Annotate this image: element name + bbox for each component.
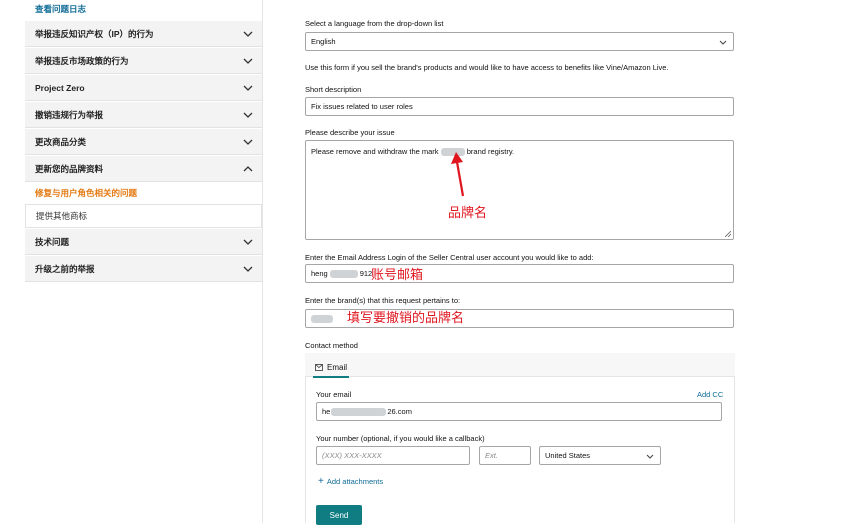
brand-label: Enter the brand(s) that this request per… [305,296,461,305]
language-value: English [311,37,336,46]
redacted-brand [311,314,333,323]
your-email-label: Your email [316,390,352,399]
sidebar: 查看问题日志 举报违反知识产权（IP）的行为 举报违反市场政策的行为 Proje… [25,0,262,523]
sidebar-item-label: 更改商品分类 [35,136,87,147]
sidebar-subitem-user-roles[interactable]: 修复与用户角色相关的问题 [25,182,262,204]
chevron-down-icon [243,31,253,37]
describe-issue-label: Please describe your issue [305,128,395,137]
tab-email[interactable]: Email [313,358,350,378]
chevron-down-icon [243,112,253,118]
country-select[interactable]: United States [539,446,661,465]
sidebar-item-label: 技术问题 [35,236,70,247]
sidebar-item-escalate[interactable]: 升级之前的举报 [25,256,262,282]
mail-icon [315,363,323,371]
sidebar-item-label: 更新您的品牌资料 [35,163,104,174]
sidebar-item-label: 举报违反知识产权（IP）的行为 [35,28,154,39]
add-attachments-label: Add attachments [326,477,384,486]
describe-issue-textarea[interactable]: Please remove and withdraw the mark bran… [305,140,734,240]
annotation-brand-name: 品牌名 [448,205,488,220]
chevron-down-icon [243,239,253,245]
sidebar-item-label: Project Zero [35,82,85,93]
country-value: United States [545,451,591,460]
sidebar-item-project-zero[interactable]: Project Zero [25,75,262,101]
chevron-down-icon [243,266,253,272]
tab-email-label: Email [327,362,348,372]
sidebar-divider [262,0,263,523]
view-case-log-link[interactable]: 查看问题日志 [35,3,86,15]
language-select[interactable]: English [305,32,734,51]
describe-text-part: Please remove and withdraw the mark [311,147,439,156]
chevron-down-icon [243,58,253,64]
chevron-down-icon [243,85,253,91]
chevron-down-icon [646,454,654,459]
email-login-value: heng [311,269,328,278]
phone-placeholder: (XXX) XXX-XXXX [322,451,382,460]
short-description-value: Fix issues related to user roles [311,102,413,111]
your-email-value: he [322,407,331,416]
sidebar-item-update-brand[interactable]: 更新您的品牌资料 [25,156,262,182]
sidebar-subitem-other-trademark[interactable]: 提供其他商标 [25,204,262,228]
describe-text-part: brand registry. [466,147,515,156]
sidebar-item-label: 举报违反市场政策的行为 [35,55,129,66]
contact-method-label: Contact method [305,341,358,350]
contact-tab-bar [305,353,735,377]
annotation-account-email: 账号邮箱 [371,267,424,282]
info-text: Use this form if you sell the brand's pr… [305,63,669,72]
language-label: Select a language from the drop-down lis… [305,19,444,28]
chevron-down-icon [243,139,253,145]
send-button[interactable]: Send [316,505,362,525]
add-attachments-link[interactable]: + Add attachments [318,475,384,487]
resize-handle-icon[interactable] [725,231,731,237]
annotation-arrow-icon [451,152,465,197]
email-login-label: Enter the Email Address Login of the Sel… [305,253,594,262]
sidebar-item-change-category[interactable]: 更改商品分类 [25,129,262,155]
redacted-email [331,407,387,416]
sidebar-item-ip-violation[interactable]: 举报违反知识产权（IP）的行为 [25,21,262,47]
describe-issue-text: Please remove and withdraw the mark bran… [311,147,515,157]
annotation-brand-to-revoke: 填写要撤销的品牌名 [347,310,465,325]
sidebar-item-technical[interactable]: 技术问题 [25,229,262,255]
extension-input[interactable]: Ext. [479,446,531,465]
sidebar-item-retract-report[interactable]: 撤销违规行为举报 [25,102,262,128]
your-number-label: Your number (optional, if you would like… [316,434,485,443]
short-description-label: Short description [305,85,362,94]
short-description-input[interactable]: Fix issues related to user roles [305,97,734,116]
chevron-down-icon [719,40,727,45]
add-cc-link[interactable]: Add CC [697,390,723,399]
phone-input[interactable]: (XXX) XXX-XXXX [316,446,470,465]
sidebar-item-label: 升级之前的举报 [35,263,95,274]
extension-placeholder: Ext. [485,451,498,460]
your-email-input[interactable]: he 26.com [316,402,722,421]
sidebar-item-label: 撤销违规行为举报 [35,109,104,120]
sidebar-item-policy-violation[interactable]: 举报违反市场政策的行为 [25,48,262,74]
chevron-up-icon [243,165,253,171]
email-login-input[interactable]: heng 912 [305,264,734,283]
send-label: Send [329,510,349,520]
plus-icon: + [318,475,324,487]
your-email-value: 26.com [387,407,412,416]
redacted-email [329,269,358,278]
